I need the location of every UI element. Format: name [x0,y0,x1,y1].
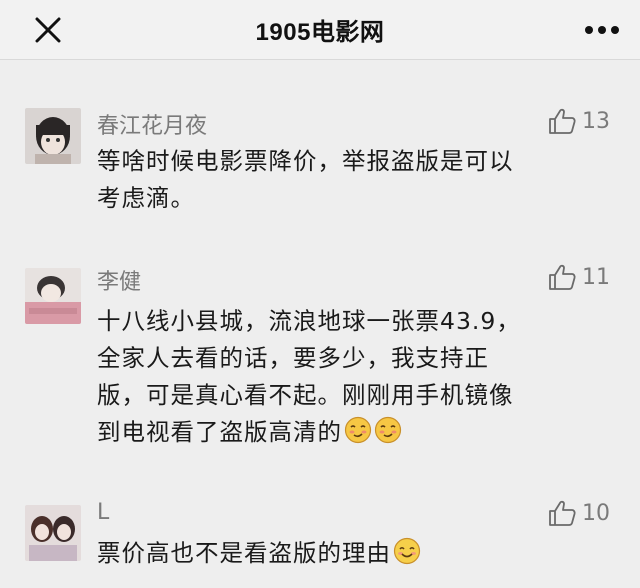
username[interactable]: L [97,500,109,525]
comment-line: 票价高也不是看盗版的理由 [97,539,391,567]
comment-line-with-emoji: 到电视看了盗版高清的 [97,414,597,455]
thumbs-up-icon [549,108,576,134]
avatar-image [25,505,81,561]
comment-line: 十八线小县城，流浪地球一张票43.9， [97,307,521,335]
avatar[interactable] [25,108,81,164]
comment-line: 全家人去看的话，要多少，我支持正 [97,344,489,372]
top-bar: 1905电影网 [0,0,640,60]
comment-line: 版，可是真心看不起。刚刚用手机镜像 [97,381,514,409]
more-button[interactable] [582,14,622,46]
smirk-emoji-icon [344,416,372,455]
like-count: 13 [582,108,610,134]
like-count: 11 [582,264,610,290]
more-dots-icon [585,26,619,34]
comment-line: 等啥时候电影票降价，举报盗版是可以 [97,147,514,175]
like-button[interactable]: 10 [548,500,610,526]
smile-emoji-icon [393,537,421,576]
comment-line: 到电视看了盗版高清的 [97,418,342,446]
comment-text: 票价高也不是看盗版的理由 [97,535,597,576]
comment-text: 十八线小县城，流浪地球一张票43.9， 全家人去看的话，要多少，我支持正 版，可… [97,303,597,455]
like-button[interactable]: 11 [548,264,610,290]
avatar[interactable] [25,505,81,561]
username[interactable]: 春江花月夜 [97,108,207,140]
smirk-emoji-icon [374,416,402,455]
like-button[interactable]: 13 [548,108,610,134]
comment-line-with-emoji: 票价高也不是看盗版的理由 [97,535,597,576]
thumbs-up-icon [549,264,576,290]
page-title: 1905电影网 [255,19,385,46]
avatar[interactable] [25,268,81,324]
avatar-image [25,268,81,324]
username[interactable]: 李健 [97,264,141,296]
comment-line: 考虑滴。 [97,184,195,212]
like-count: 10 [582,500,610,526]
comment-text: 等啥时候电影票降价，举报盗版是可以 考虑滴。 [97,143,597,217]
thumbs-up-icon [549,500,576,526]
avatar-image [25,108,81,164]
